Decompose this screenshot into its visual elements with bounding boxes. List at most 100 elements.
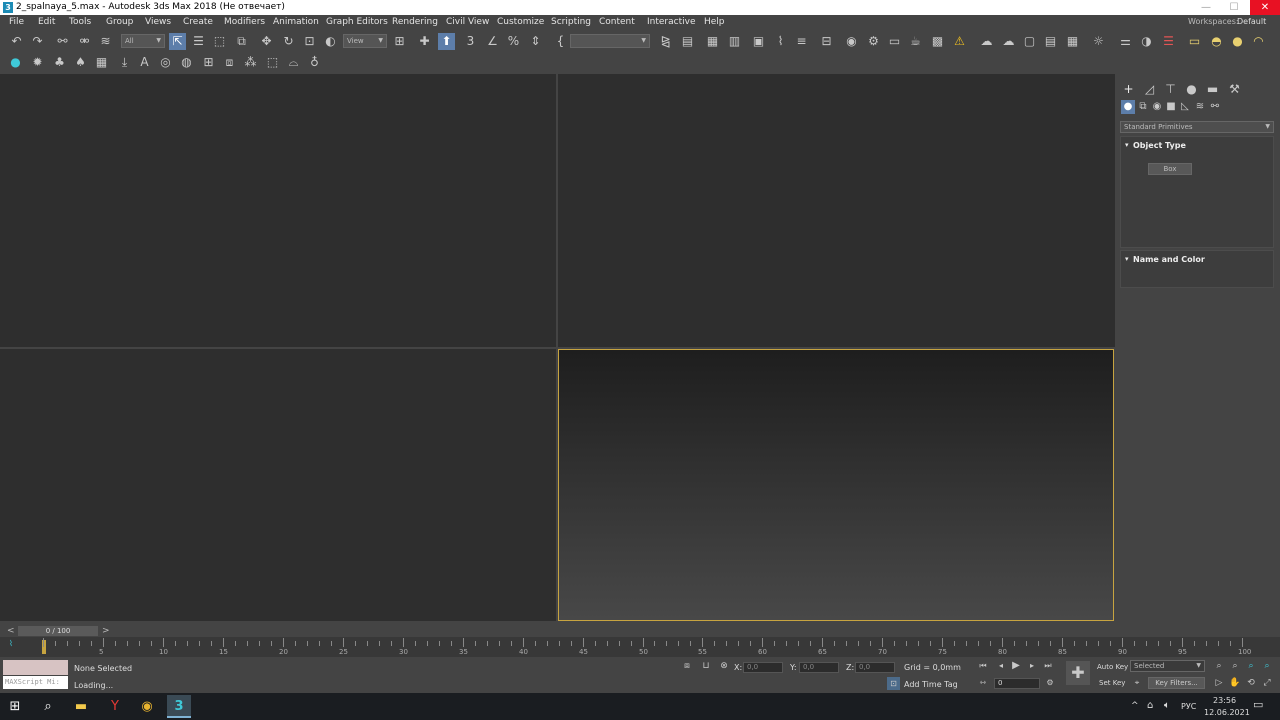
snaps-toggle-icon[interactable]: 3 — [462, 33, 479, 50]
maximize-button[interactable]: ☐ — [1220, 0, 1248, 15]
select-object-icon[interactable]: ⇱ — [169, 33, 186, 50]
display-tab-icon[interactable]: ▬ — [1204, 81, 1221, 98]
category-dropdown[interactable]: Standard Primitives ▼ — [1120, 121, 1274, 133]
pan-icon[interactable]: ✋ — [1228, 676, 1242, 690]
bound-box-icon[interactable]: ⬚ — [264, 54, 281, 71]
tool-c-icon[interactable]: ☰ — [1160, 33, 1177, 50]
bind-space-warp-icon[interactable]: ≋ — [97, 33, 114, 50]
time-slider-thumb[interactable]: 0 / 100 — [18, 626, 98, 636]
layer-explorer-icon[interactable]: ▥ — [726, 33, 743, 50]
collapse-arrow-icon[interactable]: ▾ — [1125, 255, 1129, 263]
collapse-arrow-icon[interactable]: ▾ — [1125, 141, 1129, 149]
time-config-icon[interactable]: ⚙ — [1043, 676, 1057, 690]
zoom-all-icon[interactable]: ⌕ — [1228, 659, 1242, 673]
menu-modifiers[interactable]: Modifiers — [224, 16, 265, 29]
redo-icon[interactable]: ↷ — [29, 33, 46, 50]
ribbon-toggle-icon[interactable]: ▣ — [750, 33, 767, 50]
mini-curve-icon[interactable]: ⌇ — [9, 637, 31, 650]
curve-editor-icon[interactable]: ⌇ — [772, 33, 789, 50]
warning-icon[interactable]: ⚠ — [951, 33, 968, 50]
3dsmax-taskbar-icon[interactable]: 3 — [167, 695, 191, 718]
render-iterative-icon[interactable]: ▩ — [929, 33, 946, 50]
menu-views[interactable]: Views — [145, 16, 171, 29]
menu-rendering[interactable]: Rendering — [392, 16, 438, 29]
auto-key-button[interactable]: Auto Key — [1097, 663, 1128, 671]
key-filter-icon[interactable]: ⌖ — [1130, 676, 1144, 690]
scene-explorer-icon[interactable]: ▦ — [704, 33, 721, 50]
tool-b-icon[interactable]: ◑ — [1138, 33, 1155, 50]
frame-icon[interactable]: ⊞ — [200, 54, 217, 71]
lights-icon[interactable]: ◉ — [1150, 100, 1164, 114]
angle-snap-icon[interactable]: ∠ — [484, 33, 501, 50]
maximize-viewport-icon[interactable]: ⤢ — [1260, 676, 1274, 690]
notifications-icon[interactable]: ▭ — [1253, 698, 1263, 711]
shapes-icon[interactable]: ⧉ — [1136, 100, 1150, 114]
time-slider[interactable]: < 0 / 100 > — [0, 626, 1280, 637]
named-selection-dropdown[interactable]: ▼ — [570, 34, 650, 48]
key-filters-button[interactable]: Key Filters... — [1148, 677, 1205, 689]
y-field[interactable]: 0,0 — [799, 662, 839, 673]
box-button[interactable]: Box — [1148, 163, 1192, 175]
menu-help[interactable]: Help — [704, 16, 725, 29]
motion-tab-icon[interactable]: ● — [1183, 81, 1200, 98]
percent-snap-icon[interactable]: % — [505, 33, 522, 50]
x-field[interactable]: 0,0 — [743, 662, 783, 673]
trees-icon[interactable]: ♣ — [51, 54, 68, 71]
rect-selection-icon[interactable]: ⬚ — [211, 33, 228, 50]
search-icon[interactable]: ⌕ — [36, 695, 60, 718]
helpers-icon[interactable]: ◺ — [1178, 100, 1192, 114]
close-button[interactable]: ✕ — [1250, 0, 1280, 15]
unlink-icon[interactable]: ⚮ — [76, 33, 93, 50]
absolute-mode-icon[interactable]: ⊗ — [717, 659, 731, 673]
rotate-icon[interactable]: ↻ — [280, 33, 297, 50]
current-frame-field[interactable]: 0 — [994, 678, 1040, 689]
align-icon[interactable]: ▤ — [679, 33, 696, 50]
time-next-button[interactable]: > — [102, 626, 110, 636]
network-icon[interactable]: ⌂ — [1147, 700, 1153, 711]
menu-scripting[interactable]: Scripting — [551, 16, 591, 29]
window-crossing-icon[interactable]: ⧉ — [233, 33, 250, 50]
modify-tab-icon[interactable]: ◿ — [1141, 81, 1158, 98]
time-tag-icon[interactable]: ⊡ — [887, 677, 900, 690]
menu-customize[interactable]: Customize — [497, 16, 544, 29]
lamp-icon[interactable]: ⌓ — [285, 54, 302, 71]
sun-icon[interactable]: ✹ — [29, 54, 46, 71]
link-icon[interactable]: ⚯ — [54, 33, 71, 50]
keyboard-shortcut-override-icon[interactable]: ⬆ — [438, 33, 455, 50]
add-time-tag[interactable]: Add Time Tag — [904, 680, 958, 689]
menu-interactive[interactable]: Interactive — [647, 16, 695, 29]
scale-icon[interactable]: ⊡ — [301, 33, 318, 50]
bulb-icon[interactable]: ♁ — [306, 54, 323, 71]
key-mode-dropdown[interactable]: Selected ▼ — [1130, 660, 1205, 672]
edit-named-selection-icon[interactable]: { — [552, 33, 569, 50]
selection-lock-icon[interactable]: ⊔ — [699, 659, 713, 673]
maxscript-input[interactable]: MAXScript Mi: — [3, 676, 68, 689]
render-setup-icon[interactable]: ⚙ — [865, 33, 882, 50]
maxscript-listener-pane[interactable] — [3, 660, 68, 675]
cloud-render-icon[interactable]: ☁ — [978, 33, 995, 50]
dope-sheet-icon[interactable]: ≡ — [793, 33, 810, 50]
light-lister-icon[interactable]: ☼ — [1090, 33, 1107, 50]
knife-icon[interactable]: ⤓ — [116, 54, 133, 71]
viewport-top-left[interactable] — [0, 74, 556, 347]
forest-icon[interactable]: ♠ — [72, 54, 89, 71]
clock-time[interactable]: 23:56 — [1213, 696, 1236, 705]
set-key-big-icon[interactable]: ✚ — [1066, 661, 1090, 685]
scatter-icon[interactable]: ⁂ — [242, 54, 259, 71]
select-by-name-icon[interactable]: ☰ — [190, 33, 207, 50]
workspaces-dropdown[interactable]: Default — [1237, 17, 1266, 26]
light-bulb-icon[interactable]: ● — [7, 54, 24, 71]
exposure-icon[interactable]: ▤ — [1042, 33, 1059, 50]
pivot-center-icon[interactable]: ⊞ — [391, 33, 408, 50]
systems-icon[interactable]: ⚯ — [1208, 100, 1222, 114]
tray-chevron-icon[interactable]: ^ — [1131, 701, 1139, 711]
undo-icon[interactable]: ↶ — [8, 33, 25, 50]
object-type-title[interactable]: Object Type — [1133, 141, 1186, 150]
font-icon[interactable]: A — [136, 54, 153, 71]
menu-civil-view[interactable]: Civil View — [446, 16, 489, 29]
placement-icon[interactable]: ◐ — [322, 33, 339, 50]
language-indicator[interactable]: РУС — [1181, 702, 1196, 711]
render-frame-icon[interactable]: ▭ — [886, 33, 903, 50]
time-prev-button[interactable]: < — [7, 626, 15, 636]
schematic-view-icon[interactable]: ⊟ — [818, 33, 835, 50]
